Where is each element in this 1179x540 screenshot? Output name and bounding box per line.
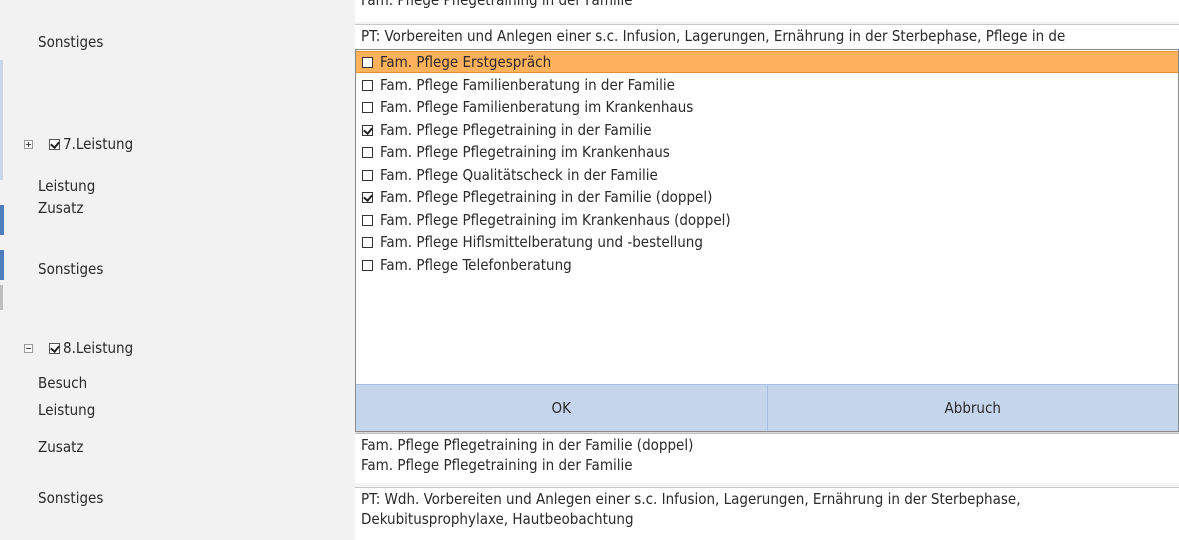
section-7-zusatz-label: Zusatz <box>38 199 84 217</box>
option-checkbox[interactable] <box>362 101 373 113</box>
popup-button-bar: OK Abbruch <box>356 384 1178 431</box>
option-label: Fam. Pflege Pflegetraining im Krankenhau… <box>380 211 731 229</box>
sonstiges-value-line: Dekubitusprophylaxe, Hautbeobachtung <box>361 510 634 528</box>
left-edge-accent <box>0 250 4 280</box>
section-8-sonstiges-field[interactable]: PT: Wdh. Vorbereiten und Anlegen einer s… <box>355 487 1179 540</box>
section-8-checkbox[interactable] <box>49 342 60 354</box>
option-item[interactable]: Fam. Pflege Erstgespräch <box>356 51 1178 73</box>
leistung-value-cut[interactable]: Fam. Pflege Pflegetraining in der Famili… <box>355 0 1179 22</box>
option-item[interactable]: Fam. Pflege Familienberatung im Krankenh… <box>356 96 1178 118</box>
option-label: Fam. Pflege Pflegetraining in der Famili… <box>380 188 713 206</box>
section-8-header[interactable]: 8.Leistung <box>24 337 133 359</box>
section-8-zusatz-field[interactable]: Fam. Pflege Pflegetraining in der Famili… <box>355 433 1179 483</box>
left-edge-accent <box>0 205 4 235</box>
left-edge-accent-light <box>0 60 3 180</box>
zusatz-value-line: Fam. Pflege Pflegetraining in der Famili… <box>361 456 633 474</box>
option-checkbox[interactable] <box>362 79 373 91</box>
section-8-title: 8.Leistung <box>63 339 134 357</box>
sonstiges-label: Sonstiges <box>38 33 104 51</box>
cancel-button[interactable]: Abbruch <box>766 385 1179 431</box>
section-7-leistung-label: Leistung <box>38 177 96 195</box>
option-item[interactable]: Fam. Pflege Familienberatung in der Fami… <box>356 74 1178 96</box>
expand-plus-icon[interactable] <box>24 139 33 149</box>
option-label: Fam. Pflege Familienberatung im Krankenh… <box>380 98 694 116</box>
option-label: Fam. Pflege Pflegetraining im Krankenhau… <box>380 143 670 161</box>
section-8-leistung-label: Leistung <box>38 401 96 419</box>
option-checkbox[interactable] <box>362 169 373 181</box>
option-item[interactable]: Fam. Pflege Pflegetraining in der Famili… <box>356 186 1178 208</box>
option-label: Fam. Pflege Qualitätscheck in der Famili… <box>380 166 658 184</box>
zusatz-value-line: Fam. Pflege Pflegetraining in der Famili… <box>361 436 694 454</box>
section-7-checkbox[interactable] <box>49 138 60 150</box>
option-checkbox[interactable] <box>362 236 373 248</box>
option-checkbox[interactable] <box>362 56 373 68</box>
form-stage: Sonstiges Fam. Pflege Pflegetraining in … <box>0 0 1179 540</box>
option-label: Fam. Pflege Erstgespräch <box>380 53 552 71</box>
section-7-header[interactable]: 7.Leistung <box>24 133 133 155</box>
option-item[interactable]: Fam. Pflege Pflegetraining in der Famili… <box>356 119 1178 141</box>
section-8-besuch-label: Besuch <box>38 374 88 392</box>
section-7-sonstiges-label: Sonstiges <box>38 260 104 278</box>
leistung-multiselect-popup[interactable]: Fam. Pflege Erstgespräch Fam. Pflege Fam… <box>355 49 1179 432</box>
option-checkbox[interactable] <box>362 146 373 158</box>
option-item[interactable]: Fam. Pflege Telefonberatung <box>356 254 1178 276</box>
option-checkbox[interactable] <box>362 214 373 226</box>
section-8-sonstiges-label: Sonstiges <box>38 489 104 507</box>
option-label: Fam. Pflege Hiflsmittelberatung und -bes… <box>380 233 703 251</box>
section-8-zusatz-label: Zusatz <box>38 438 84 456</box>
option-checkbox[interactable] <box>362 124 373 136</box>
collapse-minus-icon[interactable] <box>24 343 33 353</box>
section-7-title: 7.Leistung <box>63 135 134 153</box>
option-item[interactable]: Fam. Pflege Pflegetraining im Krankenhau… <box>356 141 1178 163</box>
option-checkbox[interactable] <box>362 191 373 203</box>
option-item[interactable]: Fam. Pflege Qualitätscheck in der Famili… <box>356 164 1178 186</box>
option-label: Fam. Pflege Familienberatung in der Fami… <box>380 76 675 94</box>
sonstiges-value-line: PT: Wdh. Vorbereiten und Anlegen einer s… <box>361 490 1021 508</box>
option-label: Fam. Pflege Pflegetraining in der Famili… <box>380 121 652 139</box>
sonstiges-value-text: PT: Vorbereiten und Anlegen einer s.c. I… <box>361 27 1066 45</box>
option-checkbox[interactable] <box>362 259 373 271</box>
sonstiges-value-field[interactable]: PT: Vorbereiten und Anlegen einer s.c. I… <box>355 24 1179 50</box>
option-item[interactable]: Fam. Pflege Hiflsmittelberatung und -bes… <box>356 231 1178 253</box>
option-item[interactable]: Fam. Pflege Pflegetraining im Krankenhau… <box>356 209 1178 231</box>
left-edge-accent-grey <box>0 285 3 310</box>
ok-button[interactable]: OK <box>356 385 767 431</box>
option-label: Fam. Pflege Telefonberatung <box>380 256 572 274</box>
leistung-value-text: Fam. Pflege Pflegetraining in der Famili… <box>361 0 633 9</box>
